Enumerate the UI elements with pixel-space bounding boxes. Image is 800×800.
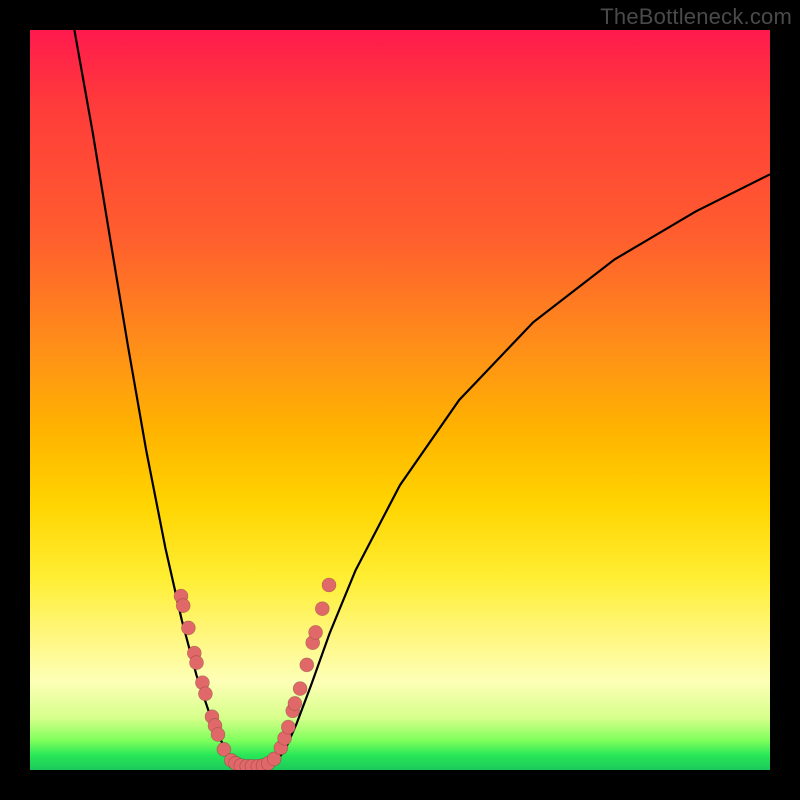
data-point [281, 720, 295, 734]
data-point [300, 658, 314, 672]
credit-label: TheBottleneck.com [600, 4, 792, 30]
data-point [190, 656, 204, 670]
chart-frame: TheBottleneck.com [0, 0, 800, 800]
data-points [174, 578, 336, 770]
data-point [211, 728, 225, 742]
chart-svg [30, 30, 770, 770]
data-point [322, 578, 336, 592]
data-point [309, 625, 323, 639]
data-point [181, 621, 195, 635]
data-point [288, 696, 302, 710]
bottleneck-curve [74, 30, 770, 767]
data-point [315, 602, 329, 616]
plot-area [30, 30, 770, 770]
data-point [176, 599, 190, 613]
data-point [198, 687, 212, 701]
data-point [293, 682, 307, 696]
